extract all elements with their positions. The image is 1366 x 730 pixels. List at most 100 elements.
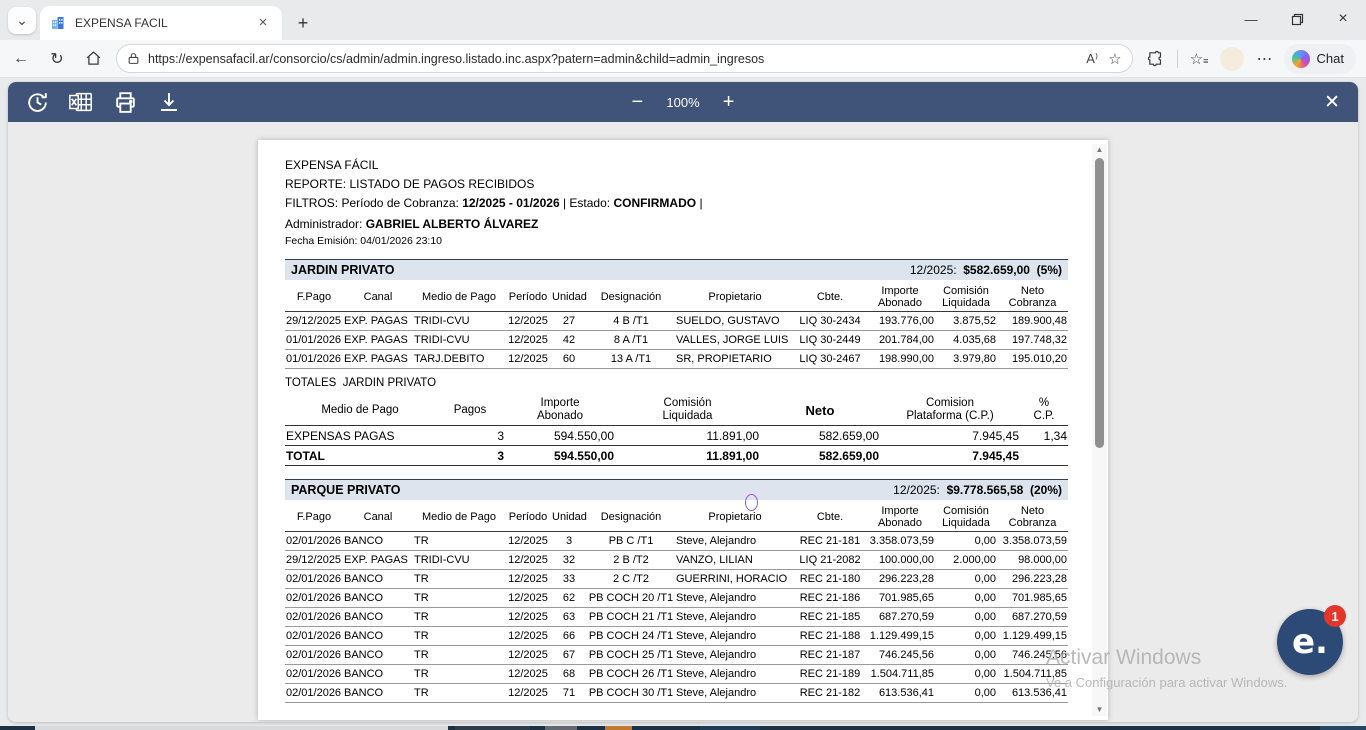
download-button[interactable] — [154, 87, 184, 117]
address-bar[interactable]: https://expensafacil.ar/consorcio/cs/adm… — [116, 44, 1133, 73]
cell: 62 — [551, 589, 587, 608]
copilot-icon — [1292, 50, 1310, 68]
back-button[interactable]: ← — [6, 44, 36, 74]
cell: BANCO — [343, 646, 413, 665]
cell — [1020, 446, 1068, 466]
cell: Steve, Alejandro — [675, 589, 795, 608]
cell: 4.035,68 — [935, 331, 997, 350]
column-header: Cbte. — [795, 502, 865, 532]
taskbar-edge — [0, 726, 1366, 730]
cell: 296.223,28 — [997, 570, 1068, 589]
window-minimize-button[interactable]: — — [1228, 0, 1274, 38]
cell: 12/2025 — [505, 589, 551, 608]
column-header: ComisiónLiquidada — [935, 282, 997, 312]
cell: EXP. PAGAS — [343, 551, 413, 570]
admin-name: GABRIEL ALBERTO ÁLVAREZ — [366, 217, 539, 231]
cell: 60 — [551, 350, 587, 369]
browser-tab[interactable]: EXPENSA FACIL × — [40, 6, 282, 40]
table-row: 01/01/2026EXP. PAGASTRIDI-CVU12/2025428 … — [285, 331, 1068, 350]
download-icon — [157, 90, 181, 114]
column-header: Neto — [760, 395, 880, 426]
cell: 4 B /T1 — [587, 312, 675, 331]
cell: 687.270,59 — [997, 608, 1068, 627]
zoom-out-button[interactable]: − — [622, 91, 652, 114]
cell: TR — [413, 646, 505, 665]
cell: 12/2025 — [505, 627, 551, 646]
cell: 67 — [551, 646, 587, 665]
cell: 12/2025 — [505, 350, 551, 369]
scroll-down-icon[interactable]: ▼ — [1092, 704, 1107, 716]
cell: 3.979,80 — [935, 350, 997, 369]
section-name: JARDIN PRIVATO — [291, 263, 395, 277]
column-header: Medio de Pago — [413, 282, 505, 312]
scroll-up-icon[interactable]: ▲ — [1092, 144, 1107, 156]
cell: PB COCH 25 /T1 — [587, 646, 675, 665]
print-button[interactable] — [110, 87, 140, 117]
copilot-chat-button[interactable]: Chat — [1284, 44, 1356, 74]
cell: 2.000,00 — [935, 551, 997, 570]
report-title: REPORTE: LISTADO DE PAGOS RECIBIDOS — [285, 175, 1068, 194]
report-filters: FILTROS: Período de Cobranza: 12/2025 - … — [285, 194, 1068, 213]
cell: PB COCH 26 /T1 — [587, 665, 675, 684]
cell: REC 21-180 — [795, 570, 865, 589]
cell: 2 B /T2 — [587, 551, 675, 570]
cell: EXP. PAGAS — [343, 331, 413, 350]
chat-widget-logo: e. — [1292, 622, 1328, 662]
cell: 7.945,45 — [880, 426, 1020, 446]
new-tab-button[interactable]: + — [290, 10, 316, 36]
home-icon — [85, 50, 102, 67]
site-favicon-icon — [50, 15, 66, 31]
puzzle-icon — [1147, 50, 1164, 67]
favorite-star-button[interactable]: ☆ — [1108, 50, 1121, 68]
settings-more-button[interactable]: ⋯ — [1250, 44, 1280, 74]
chat-widget-button[interactable]: e. 1 — [1277, 609, 1343, 675]
cell: BANCO — [343, 589, 413, 608]
scrollbar-thumb[interactable] — [1095, 158, 1104, 448]
section-name: PARQUE PRIVATO — [291, 483, 401, 497]
table-row: 02/01/2026BANCOTR12/202566PB COCH 24 /T1… — [285, 627, 1068, 646]
cell: 197.748,32 — [997, 331, 1068, 350]
section-summary: 12/2025: $582.659,00 (5%) — [910, 263, 1062, 277]
cell: 01/01/2026 — [285, 331, 343, 350]
viewer-close-button[interactable]: ✕ — [1324, 82, 1340, 122]
page-scrollbar[interactable]: ▲ ▼ — [1092, 144, 1107, 716]
history-button[interactable] — [22, 87, 52, 117]
cell: SUELDO, GUSTAVO — [675, 312, 795, 331]
column-header: NetoCobranza — [997, 282, 1068, 312]
extensions-button[interactable] — [1141, 44, 1171, 74]
zoom-in-button[interactable]: + — [714, 91, 744, 114]
column-header: F.Pago — [285, 282, 343, 312]
column-header: ComisiónLiquidada — [615, 395, 760, 426]
cell: REC 21-187 — [795, 646, 865, 665]
cell: TOTAL — [285, 446, 435, 466]
cell: TR — [413, 684, 505, 703]
cell: 02/01/2026 — [285, 684, 343, 703]
read-aloud-button[interactable]: A⁾ — [1086, 51, 1098, 67]
favorites-bar-button[interactable]: ☆≡ — [1184, 44, 1214, 74]
tab-search-button[interactable]: ⌄ — [8, 7, 36, 34]
report-admin: Administrador: GABRIEL ALBERTO ÁLVAREZ — [285, 215, 1068, 234]
column-header: Pagos — [435, 395, 505, 426]
report-viewer-toolbar: − 100% + ✕ — [8, 82, 1358, 122]
column-header: Medio de Pago — [285, 395, 435, 426]
cell: LIQ 30-2467 — [795, 350, 865, 369]
column-header: Propietario — [675, 502, 795, 532]
cell: 3 — [551, 532, 587, 551]
profile-avatar[interactable] — [1220, 47, 1244, 71]
table-row: 29/12/2025EXP. PAGASTRIDI-CVU12/2025274 … — [285, 312, 1068, 331]
home-button[interactable] — [78, 44, 108, 74]
refresh-button[interactable]: ↻ — [42, 44, 72, 74]
cell: 42 — [551, 331, 587, 350]
cell: PB COCH 20 /T1 — [587, 589, 675, 608]
column-header: Designación — [587, 282, 675, 312]
cell: REC 21-188 — [795, 627, 865, 646]
tab-close-icon[interactable]: × — [254, 14, 272, 32]
column-header: Canal — [343, 502, 413, 532]
report-emission-date: Fecha Emisión: 04/01/2026 23:10 — [285, 234, 1068, 248]
window-close-button[interactable]: × — [1320, 0, 1366, 38]
window-restore-button[interactable] — [1274, 0, 1320, 38]
cell: PB COCH 30 /T1 — [587, 684, 675, 703]
payments-table-jardin: F.PagoCanalMedio de PagoPeríodoUnidadDes… — [285, 282, 1068, 369]
export-excel-button[interactable] — [66, 87, 96, 117]
cell: VALLES, JORGE LUIS — [675, 331, 795, 350]
